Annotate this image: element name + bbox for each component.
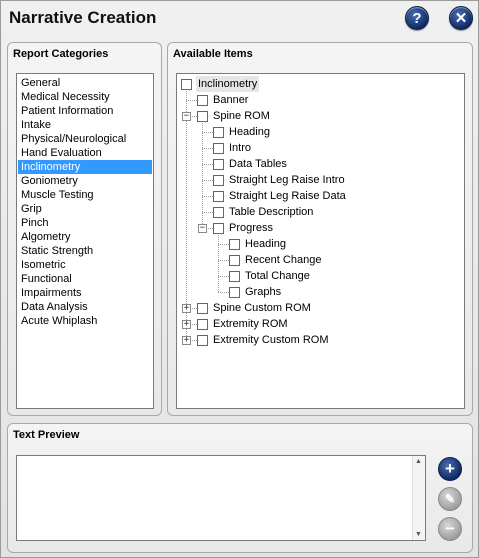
tree-item[interactable]: + Spine Custom ROM [177,300,464,316]
category-item[interactable]: Functional [18,272,152,286]
report-categories-label: Report Categories [13,48,109,60]
tree-item-checkbox[interactable] [197,111,208,122]
category-item[interactable]: Physical/Neurological [18,132,152,146]
tree-item-label: Heading [245,238,286,250]
scroll-down-icon[interactable]: ▼ [415,531,422,538]
tree-item[interactable]: Inclinometry [177,76,464,92]
category-item[interactable]: Medical Necessity [18,90,152,104]
plus-icon: + [445,459,455,478]
category-item[interactable]: Intake [18,118,152,132]
report-categories-panel: Report Categories General Medical Necessi… [7,42,162,416]
text-preview-scrollbar[interactable]: ▲ ▼ [412,456,425,540]
tree-item-label: Graphs [245,286,282,298]
tree-item-checkbox[interactable] [213,143,224,154]
expand-icon[interactable]: + [182,320,191,329]
tree-item[interactable]: − Spine ROM [177,108,464,124]
tree-item-label: Intro [229,142,252,154]
close-icon: ✕ [454,10,468,27]
tree-item-checkbox[interactable] [213,207,224,218]
tree-item[interactable]: − Progress [177,220,464,236]
tree-item-checkbox[interactable] [229,271,240,282]
tree-item-label: Straight Leg Raise Data [229,190,346,202]
tree-item-label: Spine Custom ROM [213,302,311,314]
tree-item-checkbox[interactable] [197,319,208,330]
tree-item-checkbox[interactable] [213,159,224,170]
tree-item[interactable]: Heading [177,124,464,140]
help-button[interactable]: ? [405,6,429,30]
minus-icon: − [445,519,455,538]
category-item[interactable]: Goniometry [18,174,152,188]
tree-item-label: Inclinometry [196,76,260,92]
expand-icon[interactable]: + [182,304,191,313]
edit-icon: ✎ [444,492,456,506]
available-items-panel: Available Items Inclinometry Banner − Spine… [167,42,473,416]
tree-item-checkbox[interactable] [181,79,192,90]
tree-item-checkbox[interactable] [229,239,240,250]
tree-item-label: Banner [213,94,249,106]
tree-item-label: Data Tables [229,158,287,170]
category-item[interactable]: Hand Evaluation [18,146,152,160]
category-item[interactable]: General [18,76,152,90]
tree-item-label: Extremity Custom ROM [213,334,329,346]
category-item[interactable]: Inclinometry [18,160,152,174]
category-item[interactable]: Pinch [18,216,152,230]
tree-item[interactable]: Recent Change [177,252,464,268]
text-preview-field[interactable]: ▲ ▼ [16,455,426,541]
window-title: Narrative Creation [9,8,157,27]
tree-item-label: Total Change [245,270,310,282]
tree-item-label: Spine ROM [213,110,270,122]
tree-item[interactable]: Straight Leg Raise Intro [177,172,464,188]
edit-button[interactable]: ✎ [438,487,462,511]
scroll-up-icon[interactable]: ▲ [415,458,422,465]
tree-item-checkbox[interactable] [213,191,224,202]
tree-item-checkbox[interactable] [213,175,224,186]
text-preview-panel: Text Preview ▲ ▼ + ✎ − [7,423,473,553]
tree-item-checkbox[interactable] [197,303,208,314]
category-item[interactable]: Grip [18,202,152,216]
tree-item-label: Straight Leg Raise Intro [229,174,345,186]
tree-item[interactable]: Table Description [177,204,464,220]
remove-button[interactable]: − [438,517,462,541]
tree-item[interactable]: Total Change [177,268,464,284]
tree-item[interactable]: + Extremity Custom ROM [177,332,464,348]
add-button[interactable]: + [438,457,462,481]
narrative-creation-window: Narrative Creation ? ✕ Report Categories… [0,0,479,558]
tree-item[interactable]: Heading [177,236,464,252]
category-item[interactable]: Algometry [18,230,152,244]
category-item[interactable]: Static Strength [18,244,152,258]
category-item[interactable]: Impairments [18,286,152,300]
tree-item-label: Recent Change [245,254,322,266]
tree-item-checkbox[interactable] [197,95,208,106]
tree-item[interactable]: Intro [177,140,464,156]
category-item[interactable]: Muscle Testing [18,188,152,202]
tree-item[interactable]: Data Tables [177,156,464,172]
tree-item-label: Heading [229,126,270,138]
collapse-icon[interactable]: − [198,224,207,233]
category-item[interactable]: Acute Whiplash [18,314,152,328]
category-item[interactable]: Isometric [18,258,152,272]
tree-item-checkbox[interactable] [229,255,240,266]
tree-item-checkbox[interactable] [213,223,224,234]
tree-item-checkbox[interactable] [213,127,224,138]
close-button[interactable]: ✕ [449,6,473,30]
text-preview-content [17,456,425,462]
tree-item[interactable]: Straight Leg Raise Data [177,188,464,204]
tree-item-label: Progress [229,222,274,234]
available-items-tree[interactable]: Inclinometry Banner − Spine ROM Heading Intro… [176,73,465,409]
available-items-label: Available Items [173,48,253,60]
category-item[interactable]: Patient Information [18,104,152,118]
tree-item[interactable]: Banner [177,92,464,108]
help-icon: ? [412,9,422,27]
tree-item-label: Table Description [229,206,314,218]
tree-item-label: Extremity ROM [213,318,288,330]
tree-item-checkbox[interactable] [229,287,240,298]
category-item[interactable]: Data Analysis [18,300,152,314]
tree-item[interactable]: Graphs [177,284,464,300]
text-preview-label: Text Preview [13,429,80,441]
report-categories-list[interactable]: General Medical Necessity Patient Informat… [16,73,154,409]
tree-item[interactable]: + Extremity ROM [177,316,464,332]
tree-item-checkbox[interactable] [197,335,208,346]
expand-icon[interactable]: + [182,336,191,345]
collapse-icon[interactable]: − [182,112,191,121]
